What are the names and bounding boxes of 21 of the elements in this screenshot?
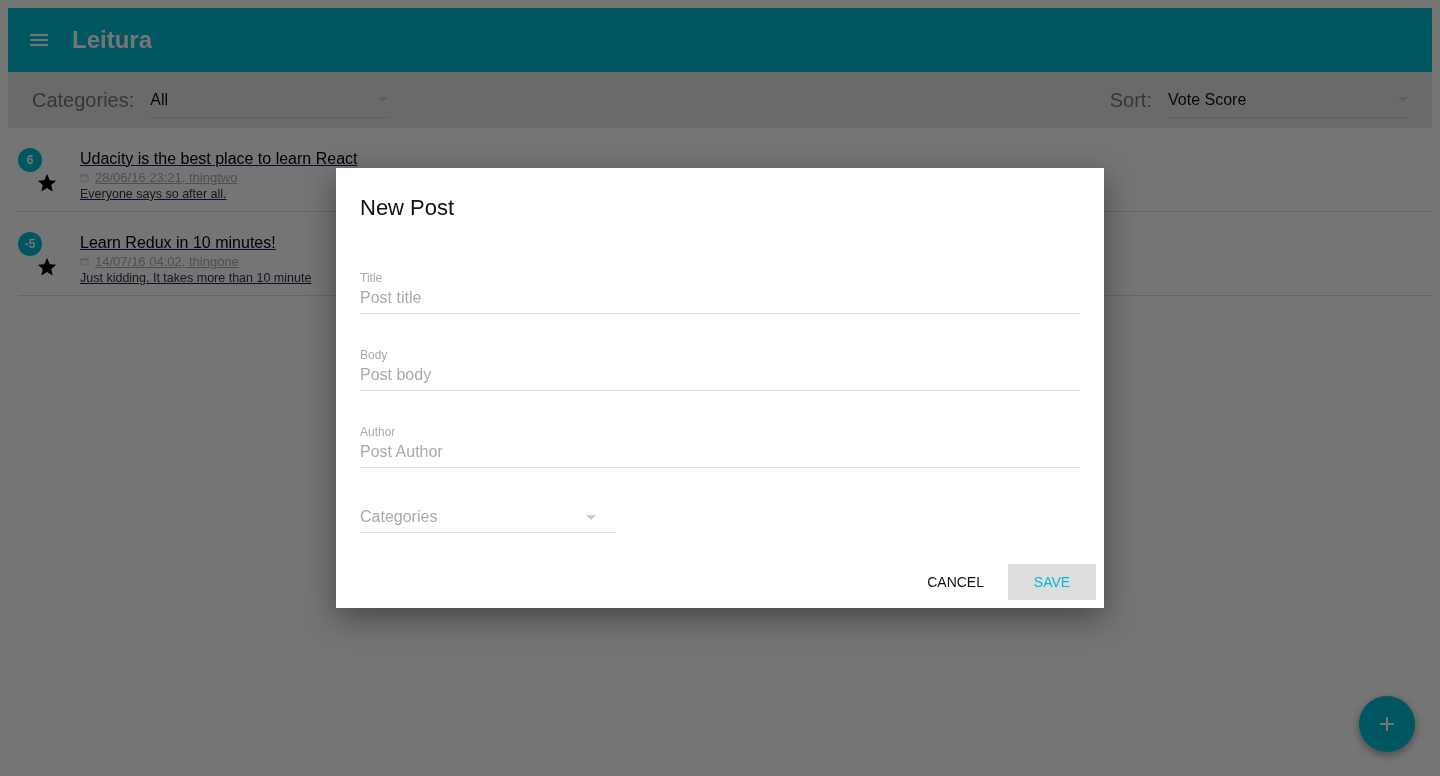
vote-score-badge: -5	[18, 232, 42, 256]
vote-score-badge: 6	[18, 148, 42, 172]
star-icon[interactable]	[36, 172, 58, 194]
field-label: Author	[360, 425, 397, 439]
post-body-link[interactable]: Just kidding. It takes more than 10 minute	[80, 271, 312, 285]
categories-select[interactable]: Categories	[360, 498, 616, 533]
text-field[interactable]: Post Author	[360, 443, 1080, 468]
cancel-button[interactable]: CANCEL	[911, 564, 1000, 600]
field-label: Body	[360, 348, 389, 362]
plus-icon	[1380, 717, 1394, 731]
sort-dropdown[interactable]: Vote Score	[1168, 82, 1408, 118]
star-icon[interactable]	[36, 256, 58, 278]
post-body-link[interactable]: Everyone says so after all.	[80, 187, 227, 201]
text-field[interactable]: Post body	[360, 366, 1080, 391]
field-label: Title	[360, 271, 384, 285]
app-title: Leitura	[72, 26, 152, 54]
post-title-link[interactable]: Udacity is the best place to learn React	[80, 150, 1432, 168]
text-field[interactable]: Post title	[360, 289, 1080, 314]
dialog-title: New Post	[360, 194, 456, 221]
dropdown-arrow-icon	[586, 514, 596, 520]
categories-dropdown[interactable]: All	[150, 82, 389, 118]
